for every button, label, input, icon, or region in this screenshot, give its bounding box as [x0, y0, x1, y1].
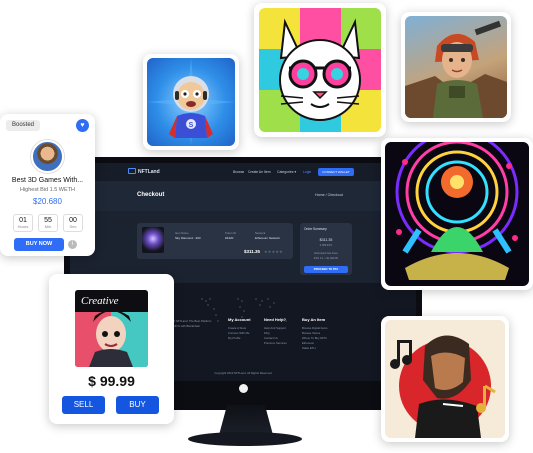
card-title[interactable]: Best 3D Games With... [0, 177, 95, 184]
network-value: Ethereum Network [255, 236, 280, 240]
countdown-unit: Sec [69, 224, 77, 229]
countdown-value: 01 [19, 217, 27, 224]
logo-icon [128, 168, 136, 174]
countdown-value: 00 [69, 217, 77, 224]
footer-heading: Need Help? [264, 317, 287, 322]
price-nft-card[interactable]: Creative $ 99.99 SELL BUY [49, 274, 174, 424]
cartoon-artwork: S [147, 58, 235, 146]
countdown-hours: 01 Hours [13, 214, 33, 232]
soldier-character-image [405, 20, 507, 118]
nft-card-music[interactable] [381, 316, 509, 442]
proceed-to-pay-button[interactable]: PROCEED TO PAY [304, 266, 348, 273]
site-logo[interactable]: NFTLand [138, 169, 160, 175]
token-id: #4420 [225, 236, 234, 240]
countdown-minutes: 55 Min [38, 214, 58, 232]
monitor-stand-neck [219, 405, 273, 435]
highest-bid: Highest Bid 1.5 WETH [19, 187, 76, 193]
order-summary-title: Order Summary [304, 227, 327, 231]
cat-artwork [259, 8, 381, 132]
item-thumbnail [142, 227, 164, 253]
meditation-figure-image [395, 142, 519, 280]
heart-icon[interactable]: ♥ [76, 119, 89, 132]
nft-card-soldier[interactable] [401, 12, 511, 122]
item-name: Sky Diamond - 393 [175, 236, 201, 240]
nft-card-cat[interactable] [254, 3, 386, 137]
cartoon-character-image: S [147, 58, 235, 146]
footer-link[interactable]: Stake ETH [302, 346, 328, 351]
summary-total: ETH 0.1 + $1,999.99 [313, 257, 338, 260]
footer-help: Need Help? Help And Support FAQ Contact … [264, 317, 287, 346]
music-artwork [385, 320, 505, 438]
card-price: $20.680 [33, 197, 62, 206]
meditation-artwork [385, 142, 529, 286]
summary-amount: $311.35 [319, 238, 333, 242]
footer-heading: My Account [228, 317, 251, 322]
checkout-item-row: Item Name Sky Diamond - 393 Token ID #44… [137, 223, 293, 259]
network-header: Network [255, 231, 266, 235]
countdown-unit: Hours [17, 224, 29, 229]
login-link[interactable]: Login [303, 170, 311, 174]
footer-buy: Buy An Item Browse Digital Items Browse … [302, 317, 328, 351]
page-title-bar [70, 181, 416, 211]
connect-wallet-button[interactable]: CONNECT WALLET [318, 168, 354, 176]
boosted-badge: Boosted [6, 120, 40, 131]
footer-heading: Buy An Item [302, 317, 326, 322]
info-icon[interactable]: i [68, 240, 77, 249]
summary-note: Estimated Gas Fees [314, 252, 338, 255]
breadcrumb[interactable]: Home / Checkout [315, 193, 343, 197]
creative-portrait-image: Creative [75, 290, 148, 367]
nav-categories[interactable]: Categories ▾ [277, 170, 296, 174]
music-man-image [390, 335, 496, 438]
nft-avatar [31, 140, 64, 173]
order-summary: Order Summary $311.35 0.089 ETH Estimate… [300, 223, 352, 275]
monitor-stand-base [188, 432, 302, 446]
site-header: NFTLand Browse Create An Item Categories… [70, 163, 416, 181]
summary-amount-sub: 0.089 ETH [319, 244, 333, 247]
page-title: Checkout [137, 192, 165, 198]
pop-art-cat-image [259, 8, 381, 132]
token-id-header: Token ID [225, 231, 237, 235]
nav-create-item[interactable]: Create An Item [248, 170, 271, 174]
footer-link[interactable]: Premium Services [264, 341, 287, 346]
buy-now-button[interactable]: BUY NOW [14, 238, 64, 251]
nav-browse[interactable]: Browse [233, 170, 244, 174]
countdown-unit: Min [44, 224, 52, 229]
soldier-artwork [405, 16, 507, 118]
sell-button[interactable]: SELL [62, 396, 105, 414]
nft-card-cartoon[interactable]: S [143, 54, 239, 150]
boosted-nft-card[interactable]: Boosted ♥ Best 3D Games With... Highest … [0, 114, 95, 256]
countdown-value: 55 [44, 217, 52, 224]
creative-artwork: Creative [75, 290, 148, 367]
footer-link[interactable]: My Profile [228, 336, 251, 341]
item-price: $311.35 [244, 249, 261, 254]
item-name-header: Item Name [175, 231, 189, 235]
buy-button[interactable]: BUY [116, 396, 159, 414]
art-caption: Creative [81, 295, 119, 307]
power-indicator [239, 384, 248, 393]
footer-my-account: My Account Create A Store Connect With M… [228, 317, 251, 341]
nft-card-meditation[interactable] [381, 138, 533, 290]
svg-text:S: S [189, 122, 194, 129]
card-price: $ 99.99 [88, 373, 135, 389]
rating-stars: ★★★★★ [264, 249, 283, 254]
countdown-seconds: 00 Sec [63, 214, 83, 232]
